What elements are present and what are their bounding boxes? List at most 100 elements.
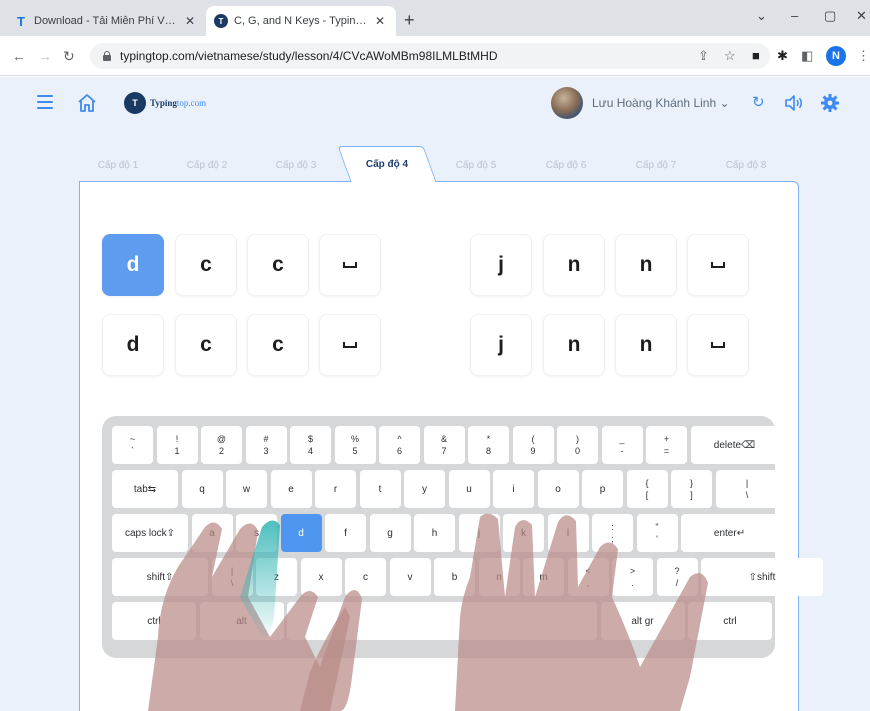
level-tab-1[interactable]: Cấp độ 1 — [75, 149, 161, 181]
browser-tab-download[interactable]: T Download - Tải Miễn Phí VN - Ph ✕ — [6, 6, 206, 36]
key-alt[interactable]: alt — [199, 602, 284, 640]
side-panel-icon[interactable]: ◧ — [801, 48, 813, 64]
level-tab-5[interactable]: Cấp độ 5 — [433, 149, 519, 181]
restart-icon[interactable]: ↻ — [752, 93, 765, 113]
key-2[interactable]: @2 — [201, 426, 242, 464]
key-label: m — [539, 571, 548, 583]
close-tab-icon[interactable]: ✕ — [372, 14, 388, 28]
browser-tab-strip: T Download - Tải Miễn Phí VN - Ph ✕ T C,… — [0, 0, 870, 36]
back-arrow-icon[interactable]: ← — [12, 48, 26, 64]
address-bar[interactable]: typingtop.com/vietnamese/study/lesson/4/… — [90, 43, 770, 69]
key-delete[interactable]: delete⌫ — [690, 426, 779, 464]
level-tab-4[interactable]: Cấp độ 4 — [344, 146, 430, 182]
home-icon[interactable] — [76, 92, 98, 114]
key-x[interactable]: x — [300, 558, 342, 596]
level-tab-3[interactable]: Cấp độ 3 — [253, 149, 339, 181]
key-q[interactable]: q — [181, 470, 223, 508]
menu-kebab-icon[interactable]: ⋮ — [857, 48, 870, 64]
key-f[interactable]: f — [325, 514, 366, 552]
key-symbol[interactable]: {[ — [626, 470, 668, 508]
key-shift[interactable]: shift⇧ — [112, 558, 208, 596]
key-symbol[interactable]: :; — [592, 514, 633, 552]
key-symbol[interactable]: _ - — [601, 426, 643, 464]
key-m[interactable]: m — [523, 558, 564, 596]
key-t[interactable]: t — [359, 470, 401, 508]
key-n[interactable]: n — [478, 558, 520, 596]
key-v[interactable]: v — [389, 558, 431, 596]
key-3[interactable]: #3 — [245, 426, 287, 464]
user-avatar[interactable] — [551, 87, 583, 119]
share-icon[interactable]: ⇪ — [698, 48, 709, 64]
key-symbol[interactable]: + = — [646, 426, 687, 464]
key-8[interactable]: * 8 — [468, 426, 509, 464]
key-symbol[interactable]: ? / — [656, 558, 698, 596]
close-window-button[interactable]: ✕ — [856, 8, 867, 24]
sound-icon[interactable] — [784, 94, 804, 112]
key-e[interactable]: e — [270, 470, 312, 508]
key-6[interactable]: ^ 6 — [379, 426, 420, 464]
settings-gear-icon[interactable] — [820, 93, 840, 113]
tab-search-icon[interactable]: ⌄ — [756, 8, 767, 24]
close-tab-icon[interactable]: ✕ — [182, 14, 198, 28]
minimize-button[interactable]: – — [791, 8, 798, 23]
key-symbol[interactable]: <, — [567, 558, 609, 596]
key-ctrl[interactable]: ctrl — [688, 602, 772, 640]
key-s[interactable]: s — [236, 514, 277, 552]
key-p[interactable]: p — [582, 470, 623, 508]
key-symbol[interactable]: >. — [612, 558, 653, 596]
key-symbol[interactable]: | \ — [211, 558, 253, 596]
key-shift[interactable]: ⇧shift — [701, 558, 823, 596]
key-symbol[interactable]: | \ — [715, 470, 779, 508]
key-0[interactable]: ) 0 — [557, 426, 598, 464]
key-d[interactable]: d — [280, 514, 322, 552]
key-a[interactable]: a — [191, 514, 233, 552]
maximize-button[interactable]: ▢ — [824, 8, 836, 24]
key-y[interactable]: y — [404, 470, 445, 508]
typingtop-logo[interactable]: T Typingtop.com — [124, 92, 206, 114]
lock-icon — [102, 51, 112, 61]
level-tab-6[interactable]: Cấp độ 6 — [523, 149, 609, 181]
user-menu[interactable]: Lưu Hoàng Khánh Linh ⌄ — [592, 96, 730, 110]
key-symbol[interactable]: }] — [671, 470, 712, 508]
typingtop-page: T Typingtop.com Lưu Hoàng Khánh Linh ⌄ ↻… — [0, 77, 870, 711]
key-9[interactable]: (9 — [512, 426, 554, 464]
key-c[interactable]: c — [345, 558, 386, 596]
forward-arrow-icon[interactable]: → — [38, 48, 52, 64]
key-5[interactable]: % 5 — [334, 426, 376, 464]
browser-tab-lesson[interactable]: T C, G, and N Keys - TypingTop ✕ — [206, 6, 396, 36]
key-i[interactable]: i — [493, 470, 534, 508]
key-w[interactable]: w — [226, 470, 267, 508]
key-ctrl[interactable]: ctrl — [112, 602, 196, 640]
hamburger-menu-icon[interactable] — [37, 95, 53, 109]
level-tab-8[interactable]: Cấp độ 8 — [703, 149, 789, 181]
key-7[interactable]: & 7 — [423, 426, 465, 464]
bookmark-star-icon[interactable]: ☆ — [724, 48, 736, 64]
key-label: 3 — [263, 446, 269, 456]
key-1[interactable]: ! 1 — [156, 426, 198, 464]
key-k[interactable]: k — [503, 514, 544, 552]
key-j[interactable]: j — [458, 514, 500, 552]
key-l[interactable]: l — [547, 514, 589, 552]
key-z[interactable]: z — [256, 558, 297, 596]
key-4[interactable]: $4 — [290, 426, 331, 464]
key-caps-lock[interactable]: caps lock⇪ — [112, 514, 188, 552]
key-enter[interactable]: enter↵ — [681, 514, 778, 552]
key-r[interactable]: r — [315, 470, 356, 508]
key-h[interactable]: h — [414, 514, 455, 552]
key-u[interactable]: u — [448, 470, 490, 508]
key-symbol[interactable]: " ' — [636, 514, 678, 552]
reload-icon[interactable]: ↻ — [63, 48, 75, 65]
new-tab-button[interactable]: + — [404, 11, 415, 29]
key-o[interactable]: o — [537, 470, 579, 508]
key-space[interactable] — [287, 602, 597, 640]
key-alt-gr[interactable]: alt gr — [600, 602, 685, 640]
level-tab-7[interactable]: Cấp độ 7 — [613, 149, 699, 181]
level-tab-2[interactable]: Cấp độ 2 — [164, 149, 250, 181]
puzzle-extensions-icon[interactable]: ✱ — [777, 48, 788, 64]
key-g[interactable]: g — [369, 514, 411, 552]
profile-avatar[interactable]: N — [826, 46, 846, 66]
key-b[interactable]: b — [434, 558, 475, 596]
key-tab[interactable]: tab⇆ — [112, 470, 178, 508]
key-symbol[interactable]: ~ ` — [112, 426, 153, 464]
extension-icon[interactable]: ■ — [752, 48, 760, 63]
